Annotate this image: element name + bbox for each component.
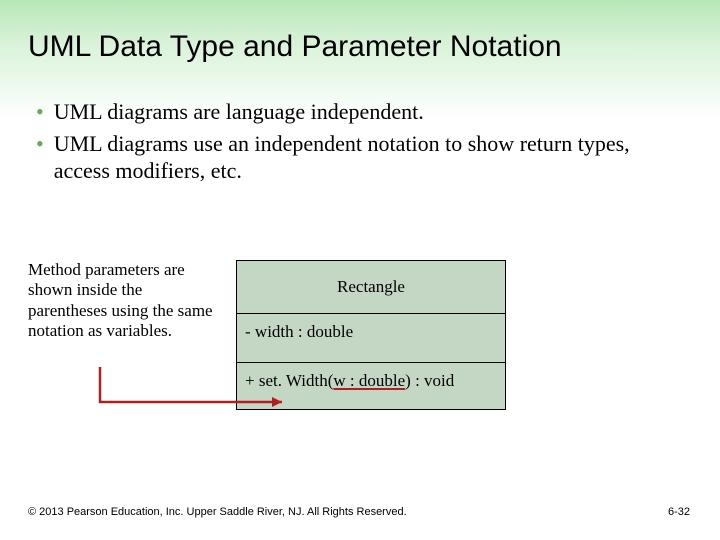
slide-title: UML Data Type and Parameter Notation <box>0 0 720 74</box>
uml-attribute: - width : double <box>237 314 505 363</box>
list-item: • UML diagrams are language independent. <box>36 98 690 126</box>
bullet-text: UML diagrams use an independent notation… <box>54 130 690 185</box>
uml-class-name: Rectangle <box>237 261 505 314</box>
bullet-icon: • <box>36 130 44 158</box>
uml-method-prefix: + set. Width( <box>245 371 333 390</box>
footer-page-number: 6-32 <box>668 506 690 518</box>
footer-copyright: © 2013 Pearson Education, Inc. Upper Sad… <box>28 506 407 518</box>
list-item: • UML diagrams use an independent notati… <box>36 130 690 185</box>
uml-method: + set. Width(w : double) : void <box>237 363 505 409</box>
uml-method-suffix: ) : void <box>405 371 454 390</box>
uml-class-box: Rectangle - width : double + set. Width(… <box>236 260 506 410</box>
uml-method-param: w : double <box>333 371 405 390</box>
callout-note: Method parameters are shown inside the p… <box>28 260 218 342</box>
bullet-text: UML diagrams are language independent. <box>54 98 690 126</box>
bullet-icon: • <box>36 98 44 126</box>
bullet-list: • UML diagrams are language independent.… <box>0 74 720 185</box>
